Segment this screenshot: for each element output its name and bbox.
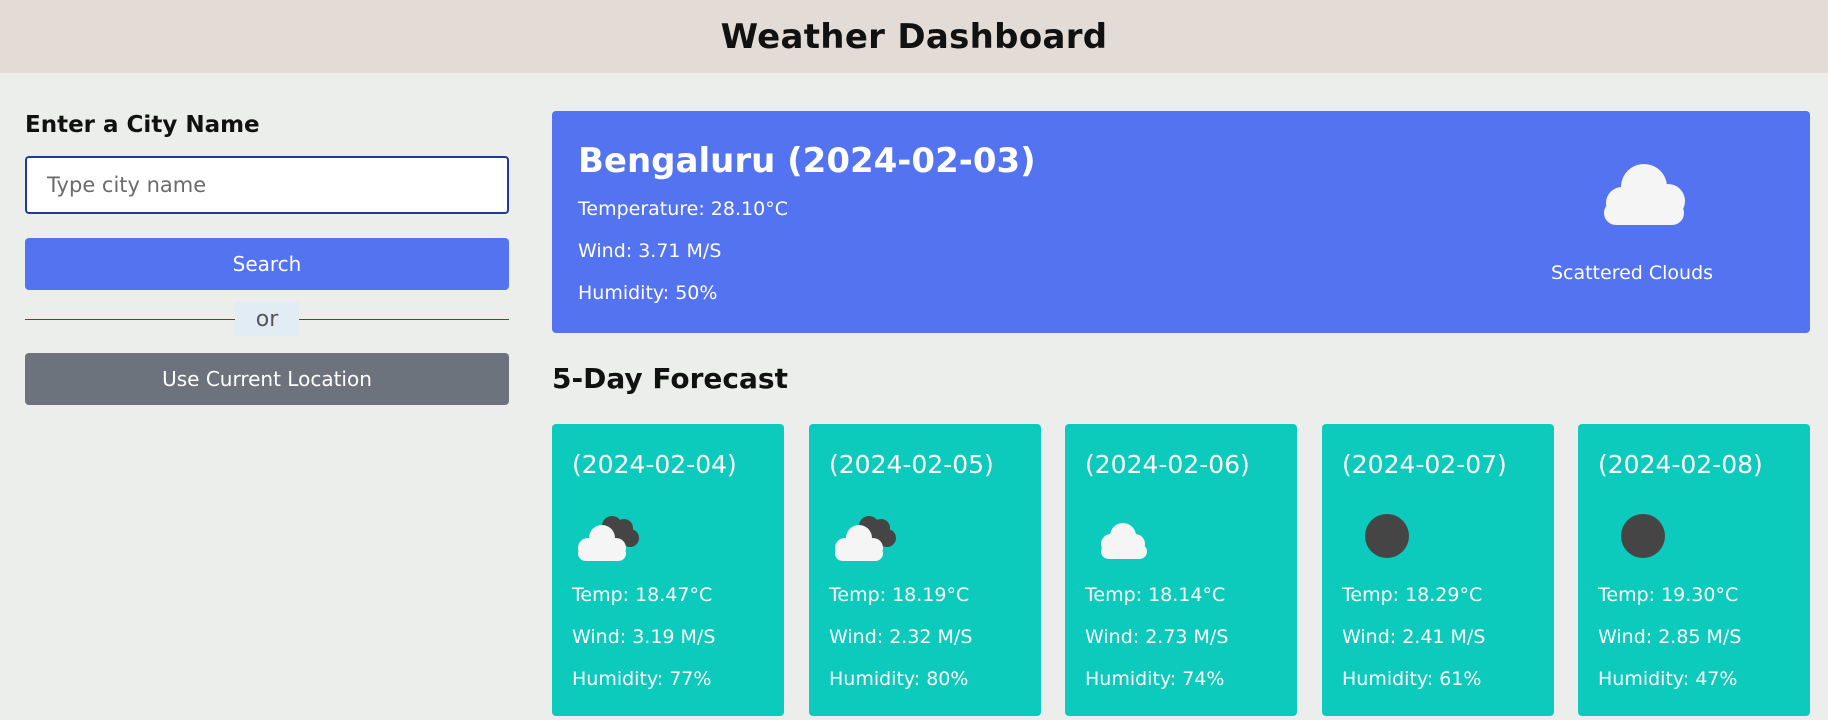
current-wind: Wind: 3.71 M/S	[578, 240, 722, 262]
forecast-temperature: Temp: 18.47°C	[572, 584, 713, 606]
divider-line-right	[299, 319, 509, 320]
forecast-temperature: Temp: 19.30°C	[1598, 584, 1739, 606]
forecast-humidity: Humidity: 74%	[1085, 668, 1225, 690]
forecast-humidity: Humidity: 77%	[572, 668, 712, 690]
forecast-title: 5-Day Forecast	[552, 362, 788, 395]
forecast-date: (2024-02-08)	[1598, 450, 1763, 479]
forecast-card: (2024-02-05) Temp: 18.19°C Wind: 2.32 M/…	[809, 424, 1041, 716]
app-header: Weather Dashboard	[0, 0, 1828, 73]
forecast-date: (2024-02-05)	[829, 450, 994, 479]
forecast-card: (2024-02-04) Temp: 18.47°C Wind: 3.19 M/…	[552, 424, 784, 716]
forecast-humidity: Humidity: 80%	[829, 668, 969, 690]
divider-line-left	[25, 319, 235, 320]
forecast-card: (2024-02-08) Temp: 19.30°C Wind: 2.85 M/…	[1578, 424, 1810, 716]
broken-clouds-icon	[572, 510, 642, 566]
dark-circle-icon	[1598, 510, 1668, 566]
city-input-label: Enter a City Name	[25, 112, 260, 138]
page-title: Weather Dashboard	[720, 16, 1108, 57]
forecast-wind: Wind: 3.19 M/S	[572, 626, 716, 648]
search-button[interactable]: Search	[25, 238, 509, 290]
forecast-wind: Wind: 2.32 M/S	[829, 626, 973, 648]
use-current-location-button[interactable]: Use Current Location	[25, 353, 509, 405]
forecast-wind: Wind: 2.73 M/S	[1085, 626, 1229, 648]
forecast-card: (2024-02-06) Temp: 18.14°C Wind: 2.73 M/…	[1065, 424, 1297, 716]
forecast-humidity: Humidity: 61%	[1342, 668, 1482, 690]
cloud-icon	[1085, 510, 1155, 566]
current-weather-card: Bengaluru (2024-02-03) Temperature: 28.1…	[552, 111, 1810, 333]
dark-circle-icon	[1342, 510, 1412, 566]
forecast-card: (2024-02-07) Temp: 18.29°C Wind: 2.41 M/…	[1322, 424, 1554, 716]
current-temperature: Temperature: 28.10°C	[578, 198, 788, 220]
forecast-date: (2024-02-06)	[1085, 450, 1250, 479]
or-separator: or	[235, 302, 299, 336]
forecast-temperature: Temp: 18.19°C	[829, 584, 970, 606]
broken-clouds-icon	[829, 510, 899, 566]
city-search-input[interactable]	[25, 156, 509, 214]
forecast-humidity: Humidity: 47%	[1598, 668, 1738, 690]
forecast-date: (2024-02-07)	[1342, 450, 1507, 479]
forecast-temperature: Temp: 18.14°C	[1085, 584, 1226, 606]
current-humidity: Humidity: 50%	[578, 282, 718, 304]
current-condition: Scattered Clouds	[1550, 262, 1714, 284]
current-city-title: Bengaluru (2024-02-03)	[578, 141, 1036, 181]
forecast-temperature: Temp: 18.29°C	[1342, 584, 1483, 606]
forecast-wind: Wind: 2.41 M/S	[1342, 626, 1486, 648]
forecast-wind: Wind: 2.85 M/S	[1598, 626, 1742, 648]
forecast-date: (2024-02-04)	[572, 450, 737, 479]
search-sidebar: Enter a City Name Search or Use Current …	[25, 112, 509, 405]
cloud-icon	[1594, 161, 1694, 231]
